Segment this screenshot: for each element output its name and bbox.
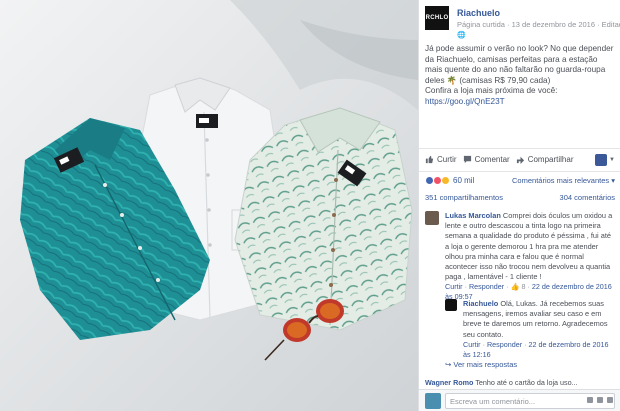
comment-reply-link[interactable]: Responder: [469, 282, 504, 291]
post-actions: Curtir Comentar Compartilhar ▼: [419, 148, 620, 170]
share-icon: [516, 156, 524, 164]
reply-meta: Curtir · Responder · 22 de dezembro de 2…: [463, 339, 609, 359]
reply-reply-link[interactable]: Responder: [487, 340, 522, 349]
reply-body: Riachuelo Olá, Lukas. Já recebemos suas …: [463, 299, 613, 360]
reactions-bar[interactable]: 60 mil Comentários mais relevantes ▾: [419, 171, 620, 189]
more-replies-link[interactable]: ↪ Ver mais respostas: [445, 360, 517, 369]
chevron-down-icon[interactable]: ▼: [609, 157, 615, 163]
post-body-2: Confira a loja mais próxima de você:: [425, 86, 558, 96]
gif-icon[interactable]: [607, 397, 613, 403]
like-button[interactable]: Curtir: [425, 155, 457, 164]
replier-name[interactable]: Riachuelo: [463, 299, 498, 308]
thumbs-up-icon: 👍: [510, 282, 520, 292]
page-avatar[interactable]: RCHLO: [425, 6, 449, 30]
avatar: [425, 393, 441, 409]
post-text: Já pode assumir o verão no look? No que …: [425, 44, 617, 108]
comment-count[interactable]: 304 comentários: [560, 193, 615, 207]
composer-tools: [587, 397, 613, 403]
comment-body: Lukas Marcolan Comprei dois óculos um ox…: [445, 211, 617, 302]
comment-label: Comentar: [474, 155, 510, 164]
post-header: RCHLO Riachuelo Página curtida · 13 de d…: [425, 6, 620, 39]
post-photo[interactable]: [0, 0, 418, 411]
comment-item-partial: Wagner Romo Tenho até o cartão da loja u…: [425, 378, 620, 387]
like-label: Curtir: [437, 155, 457, 164]
comment-like-link[interactable]: Curtir: [445, 282, 463, 291]
commenter-name[interactable]: Lukas Marcolan: [445, 211, 501, 220]
comment-button[interactable]: Comentar: [463, 155, 510, 164]
more-replies-label: Ver mais respostas: [453, 360, 518, 369]
share-as-avatar[interactable]: [595, 154, 607, 166]
post-link[interactable]: https://goo.gl/QnE23T: [425, 97, 505, 106]
counts-row: 351 compartilhamentos 304 comentários: [419, 193, 620, 207]
commenter-name[interactable]: Wagner Romo: [425, 378, 473, 387]
page-name-link[interactable]: Riachuelo: [457, 8, 500, 18]
reply-date[interactable]: 22 de dezembro de 2016 às 12:16: [463, 340, 608, 359]
thumbs-up-icon: [425, 155, 434, 164]
globe-icon: 🌐: [457, 32, 466, 39]
comment-composer: Escreva um comentário...: [419, 389, 620, 411]
comment-text: Tenho até o cartão da loja uso...: [475, 378, 578, 387]
post-side-panel: RCHLO Riachuelo Página curtida · 13 de d…: [418, 0, 620, 411]
post-body: Já pode assumir o verão no look? No que …: [425, 44, 614, 85]
shirts-photo-illustration: [0, 0, 418, 411]
reaction-count[interactable]: 60 mil: [453, 176, 474, 185]
camera-icon[interactable]: [597, 397, 603, 403]
reply-like-link[interactable]: Curtir: [463, 340, 481, 349]
share-button[interactable]: Compartilhar: [516, 155, 574, 164]
comment-like-count: 8: [521, 282, 526, 292]
share-label: Compartilhar: [527, 155, 574, 164]
comment-icon: [463, 155, 471, 164]
avatar[interactable]: [425, 211, 439, 225]
reply-arrow-icon: ↪: [445, 360, 452, 369]
emoji-icon[interactable]: [587, 397, 593, 403]
comment-text: Comprei dois óculos um oxidou a lente e …: [445, 211, 613, 282]
share-count[interactable]: 351 compartilhamentos: [425, 193, 503, 207]
avatar[interactable]: [445, 299, 457, 311]
comment-sort-dropdown[interactable]: Comentários mais relevantes ▾: [512, 176, 615, 185]
post-meta: Página curtida · 13 de dezembro de 2016 …: [457, 20, 620, 29]
wow-reaction-icon: [441, 176, 450, 185]
logo-text: RCHLO: [425, 15, 449, 21]
